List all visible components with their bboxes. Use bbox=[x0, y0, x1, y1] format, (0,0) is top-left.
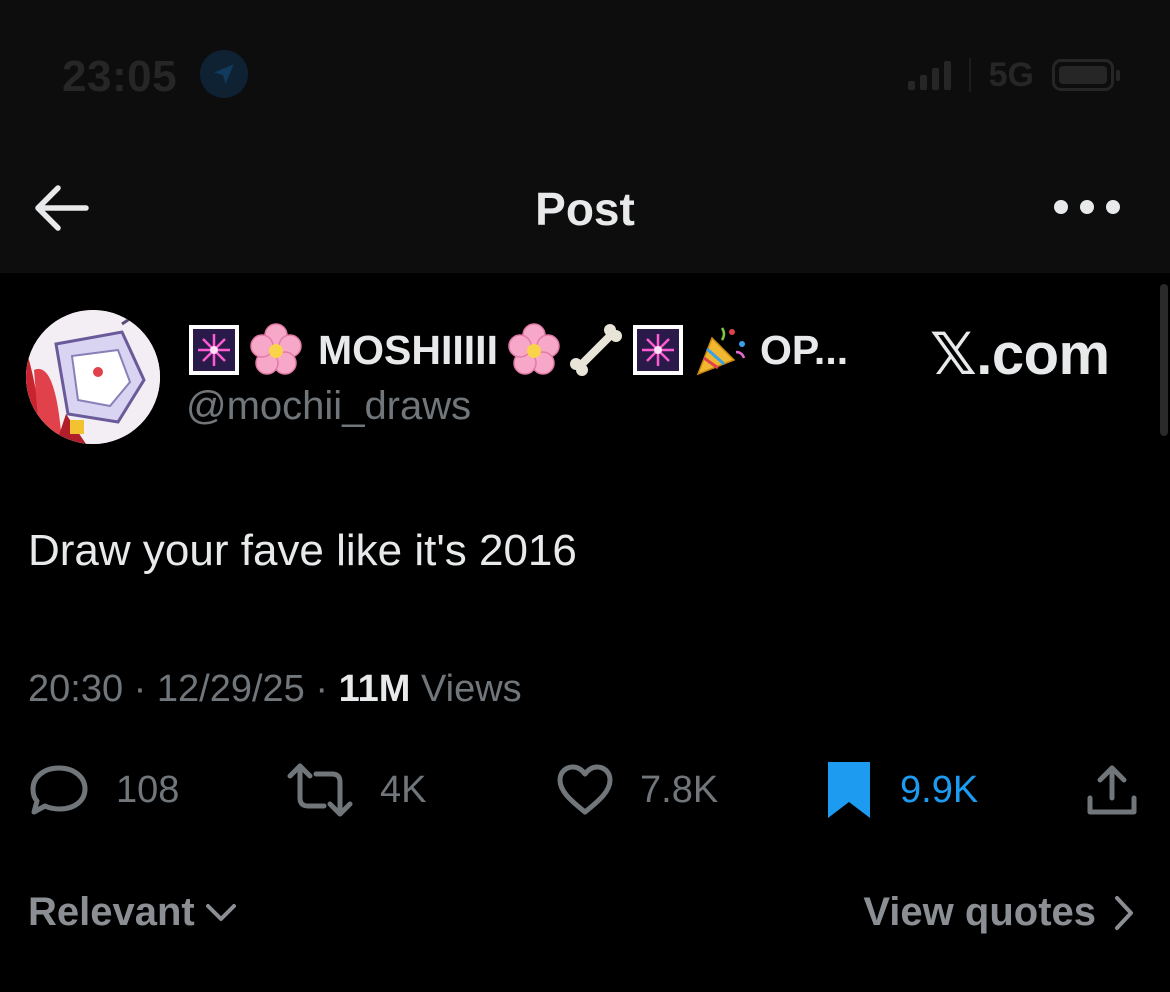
author-name-truncated: OP... bbox=[759, 326, 849, 373]
scrollbar[interactable] bbox=[1160, 284, 1168, 436]
sort-dropdown[interactable]: Relevant bbox=[28, 890, 237, 935]
avatar[interactable] bbox=[26, 310, 160, 444]
chevron-right-icon bbox=[1115, 895, 1133, 930]
location-arrow-icon bbox=[200, 50, 248, 98]
reply-count: 108 bbox=[116, 768, 180, 811]
repost-count: 4K bbox=[380, 768, 427, 811]
repost-icon bbox=[287, 763, 353, 817]
signal-icon bbox=[907, 60, 951, 90]
post-meta: 20:30 · 12/29/25 · 11M Views bbox=[28, 668, 522, 711]
cherry-blossom-emoji-icon bbox=[250, 323, 302, 375]
bookmark-icon bbox=[828, 762, 870, 818]
top-bar: 23:05 5G Post bbox=[0, 0, 1170, 273]
view-quotes-label: View quotes bbox=[863, 890, 1096, 934]
meta-separator: · bbox=[133, 668, 147, 710]
reply-icon bbox=[30, 765, 88, 815]
sort-label: Relevant bbox=[28, 890, 195, 934]
bookmark-count: 9.9K bbox=[900, 768, 979, 811]
battery-icon bbox=[1052, 59, 1120, 91]
meta-separator: · bbox=[315, 668, 329, 710]
status-divider bbox=[968, 58, 971, 92]
fireworks-emoji-icon bbox=[632, 325, 683, 375]
share-button[interactable] bbox=[1084, 762, 1140, 818]
source-badge: 𝕏.com bbox=[930, 322, 1110, 387]
party-popper-emoji-icon bbox=[696, 327, 746, 376]
status-time: 23:05 bbox=[62, 52, 178, 101]
post-date: 12/29/25 bbox=[156, 668, 305, 710]
author-name-text: MOSHIIIII bbox=[318, 326, 498, 373]
views-label[interactable]: Views bbox=[421, 668, 522, 710]
more-button[interactable] bbox=[1054, 194, 1120, 220]
network-type: 5G bbox=[988, 55, 1034, 94]
chevron-down-icon bbox=[205, 903, 236, 921]
status-indicators: 5G bbox=[907, 54, 1120, 96]
reply-button[interactable]: 108 bbox=[28, 762, 179, 818]
like-icon bbox=[557, 764, 613, 815]
like-button[interactable]: 7.8K bbox=[556, 762, 718, 818]
repost-button[interactable]: 4K bbox=[286, 762, 426, 818]
cherry-blossom-emoji-icon bbox=[508, 323, 560, 375]
more-icon bbox=[1054, 200, 1068, 214]
post-time: 20:30 bbox=[28, 668, 124, 710]
views-count: 11M bbox=[338, 668, 411, 710]
share-icon bbox=[1087, 765, 1137, 815]
author-handle[interactable]: @mochii_draws bbox=[186, 384, 471, 429]
view-quotes-link[interactable]: View quotes bbox=[863, 890, 1134, 935]
bone-emoji-icon bbox=[569, 324, 622, 376]
like-count: 7.8K bbox=[640, 768, 719, 811]
post-text: Draw your fave like it's 2016 bbox=[28, 526, 577, 575]
fireworks-emoji-icon bbox=[189, 325, 239, 375]
bookmark-button[interactable]: 9.9K bbox=[824, 762, 978, 818]
author-display-name[interactable]: MOSHIIIII OP... bbox=[186, 318, 856, 382]
page-title: Post bbox=[535, 183, 635, 235]
